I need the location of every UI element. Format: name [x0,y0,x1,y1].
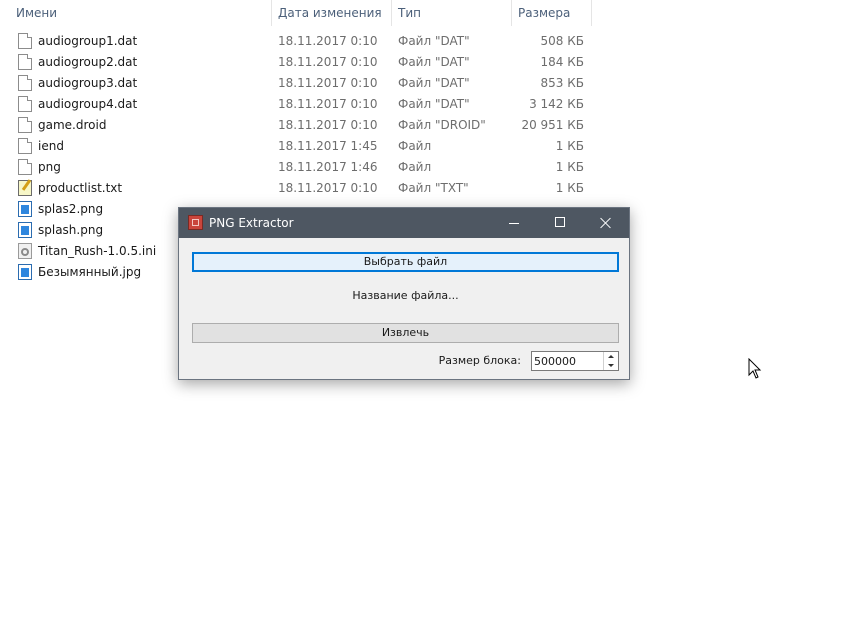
file-date: 18.11.2017 0:10 [278,76,378,90]
file-date: 18.11.2017 1:46 [278,160,378,174]
file-type: Файл "DAT" [398,76,470,90]
file-date: 18.11.2017 1:45 [278,139,378,153]
file-row[interactable]: audiogroup4.dat 18.11.2017 0:10 Файл "DA… [0,94,600,115]
file-type: Файл "DROID" [398,118,486,132]
file-icon [18,54,32,70]
select-file-button[interactable]: Выбрать файл [192,252,619,272]
file-name: splas2.png [38,202,104,216]
block-size-label: Размер блока: [438,354,521,367]
file-size: 853 КБ [540,76,584,90]
file-type: Файл "DAT" [398,55,470,69]
mouse-cursor-icon [748,358,762,379]
file-size: 1 КБ [555,181,584,195]
sort-ascending-icon: ⌃ [136,0,144,7]
file-size: 508 КБ [540,34,584,48]
stepper-up-icon[interactable] [604,352,618,361]
file-name: Titan_Rush-1.0.5.ini [38,244,157,258]
file-icon [18,33,32,49]
text-file-icon [18,180,32,196]
block-size-input[interactable] [532,352,604,370]
file-name: iend [38,139,64,153]
column-headers: Имени Дата изменения Тип Размера ⌃ [0,0,600,26]
app-icon [188,215,203,230]
file-date: 18.11.2017 0:10 [278,55,378,69]
file-icon [18,96,32,112]
file-name: productlist.txt [38,181,123,195]
minimize-button[interactable] [491,208,537,238]
file-icon [18,117,32,133]
stepper-arrows [603,352,618,370]
image-file-icon [18,222,32,238]
file-icon [18,159,32,175]
dialog-titlebar[interactable]: PNG Extractor [179,208,629,238]
file-name: Безымянный.jpg [38,265,142,279]
file-size: 1 КБ [555,160,584,174]
file-date: 18.11.2017 0:10 [278,97,378,111]
file-date: 18.11.2017 0:10 [278,181,378,195]
close-button[interactable] [583,208,629,238]
column-header-size[interactable]: Размера [512,0,592,26]
file-type: Файл [398,160,432,174]
stepper-down-icon[interactable] [604,361,618,370]
extract-button[interactable]: Извлечь [192,323,619,343]
file-date: 18.11.2017 0:10 [278,118,378,132]
file-icon [18,138,32,154]
file-row[interactable]: audiogroup2.dat 18.11.2017 0:10 Файл "DA… [0,52,600,73]
file-name: game.droid [38,118,107,132]
png-extractor-dialog: PNG Extractor Выбрать файл Название файл… [178,207,630,380]
file-size: 184 КБ [540,55,584,69]
file-size: 20 951 КБ [521,118,584,132]
maximize-button[interactable] [537,208,583,238]
column-header-type[interactable]: Тип [392,0,512,26]
image-file-icon [18,264,32,280]
column-header-date[interactable]: Дата изменения [272,0,392,26]
file-name: audiogroup1.dat [38,34,138,48]
file-type: Файл [398,139,432,153]
settings-file-icon [18,243,32,259]
file-row[interactable]: audiogroup3.dat 18.11.2017 0:10 Файл "DA… [0,73,600,94]
file-row[interactable]: game.droid 18.11.2017 0:10 Файл "DROID" … [0,115,600,136]
file-size: 3 142 КБ [529,97,584,111]
file-icon [18,75,32,91]
filename-label: Название файла... [352,289,459,302]
block-size-stepper[interactable] [531,351,619,371]
dialog-title: PNG Extractor [209,216,294,230]
file-name: audiogroup3.dat [38,76,138,90]
file-date: 18.11.2017 0:10 [278,34,378,48]
image-file-icon [18,201,32,217]
file-name: audiogroup2.dat [38,55,138,69]
file-name: audiogroup4.dat [38,97,138,111]
file-name: splash.png [38,223,104,237]
file-row[interactable]: png 18.11.2017 1:46 Файл 1 КБ [0,157,600,178]
file-row[interactable]: productlist.txt 18.11.2017 0:10 Файл "TX… [0,178,600,199]
file-type: Файл "DAT" [398,34,470,48]
file-size: 1 КБ [555,139,584,153]
file-row[interactable]: audiogroup1.dat 18.11.2017 0:10 Файл "DA… [0,31,600,52]
file-type: Файл "TXT" [398,181,469,195]
file-row[interactable]: iend 18.11.2017 1:45 Файл 1 КБ [0,136,600,157]
file-type: Файл "DAT" [398,97,470,111]
file-name: png [38,160,61,174]
